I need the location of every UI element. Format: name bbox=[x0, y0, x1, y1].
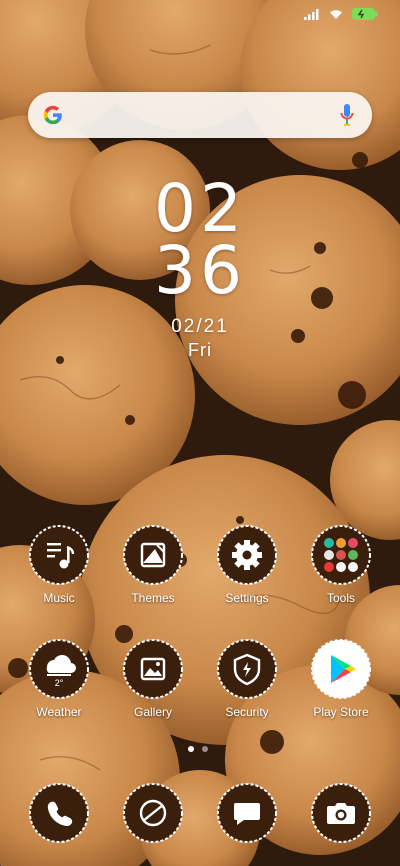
app-settings[interactable]: Settings bbox=[207, 525, 287, 605]
app-themes[interactable]: Themes bbox=[113, 525, 193, 605]
app-gallery[interactable]: Gallery bbox=[113, 639, 193, 719]
google-icon bbox=[43, 105, 62, 125]
app-label: Settings bbox=[225, 591, 269, 605]
camera-icon bbox=[311, 783, 371, 843]
signal-icon bbox=[304, 9, 319, 20]
dock-phone[interactable] bbox=[19, 783, 99, 843]
tools-folder-icon bbox=[311, 525, 371, 585]
app-label: Play Store bbox=[313, 705, 369, 719]
app-label: Gallery bbox=[133, 705, 172, 719]
music-icon bbox=[29, 525, 89, 585]
app-security[interactable]: Security bbox=[207, 639, 287, 719]
day-label: Fri bbox=[188, 340, 212, 360]
phone-icon bbox=[29, 783, 89, 843]
app-label: Music bbox=[43, 591, 75, 605]
page-dot-active[interactable] bbox=[188, 746, 194, 752]
settings-icon bbox=[217, 525, 277, 585]
app-weather[interactable]: 2° Weather bbox=[19, 639, 99, 719]
app-play-store[interactable]: Play Store bbox=[301, 639, 381, 719]
weather-icon: 2° bbox=[29, 639, 89, 699]
security-icon bbox=[217, 639, 277, 699]
battery-icon bbox=[352, 8, 378, 20]
weather-temp: 2° bbox=[55, 678, 64, 688]
play-store-icon bbox=[311, 639, 371, 699]
wifi-icon bbox=[330, 10, 342, 19]
date-label: 02/21 bbox=[171, 316, 229, 337]
themes-icon bbox=[123, 525, 183, 585]
dock-camera[interactable] bbox=[301, 783, 381, 843]
app-label: Themes bbox=[131, 591, 175, 605]
microphone-icon[interactable] bbox=[340, 103, 354, 127]
page-indicator bbox=[188, 746, 208, 752]
app-label: Security bbox=[225, 705, 269, 719]
page-dot[interactable] bbox=[202, 746, 208, 752]
dock-messages[interactable] bbox=[207, 783, 287, 843]
gallery-icon bbox=[123, 639, 183, 699]
browser-icon bbox=[123, 783, 183, 843]
app-music[interactable]: Music bbox=[19, 525, 99, 605]
folder-tools[interactable]: Tools bbox=[301, 525, 381, 605]
dock-browser[interactable] bbox=[113, 783, 193, 843]
messages-icon bbox=[217, 783, 277, 843]
app-label: Weather bbox=[36, 705, 82, 719]
clock-minute[interactable]: 36 bbox=[0, 238, 400, 304]
app-label: Tools bbox=[326, 591, 355, 605]
google-search-bar[interactable] bbox=[28, 92, 372, 138]
status-bar bbox=[304, 8, 378, 20]
